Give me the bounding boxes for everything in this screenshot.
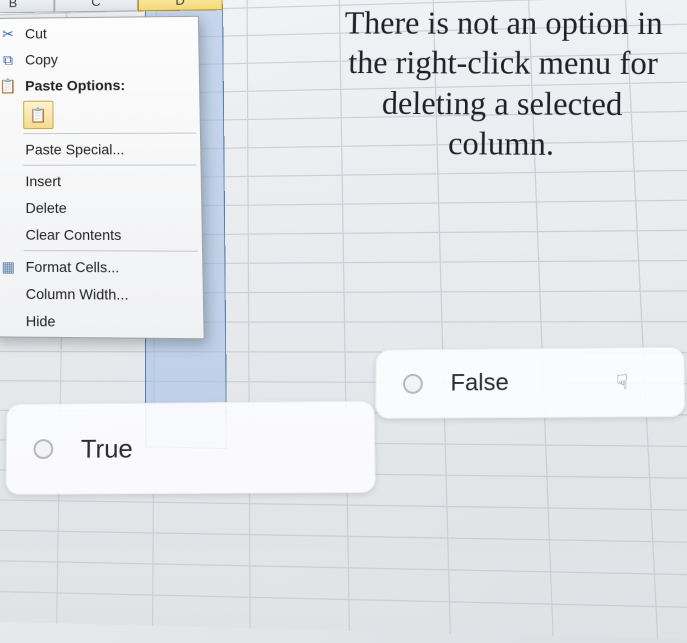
menu-hide[interactable]: Hide xyxy=(0,307,204,336)
menu-copy[interactable]: ⧉ Copy xyxy=(0,45,199,73)
blank-icon xyxy=(0,224,19,245)
answer-true-label: True xyxy=(81,433,133,464)
blank-icon xyxy=(0,139,19,159)
menu-cut-label: Cut xyxy=(25,25,47,41)
blank-icon xyxy=(0,283,20,304)
menu-column-width[interactable]: Column Width... xyxy=(0,280,203,309)
menu-separator xyxy=(23,133,196,135)
menu-copy-label: Copy xyxy=(25,51,58,67)
pointer-cursor-icon: ☟ xyxy=(616,370,628,395)
menu-hide-label: Hide xyxy=(26,313,56,330)
cut-icon: ✂ xyxy=(0,24,19,44)
menu-format-cells-label: Format Cells... xyxy=(26,258,120,275)
menu-clear-contents-label: Clear Contents xyxy=(26,226,122,243)
menu-cut[interactable]: ✂ Cut xyxy=(0,19,198,47)
paste-icon: 📋 xyxy=(0,76,19,96)
col-header-d[interactable]: D xyxy=(138,0,223,11)
radio-icon xyxy=(33,439,53,459)
question-text: There is not an option in the right-clic… xyxy=(334,4,671,166)
menu-clear-contents[interactable]: Clear Contents xyxy=(0,221,202,249)
menu-insert-label: Insert xyxy=(25,173,61,189)
menu-paste-special[interactable]: Paste Special... xyxy=(0,136,200,163)
copy-icon: ⧉ xyxy=(0,50,19,70)
answer-false-button[interactable]: False ☟ xyxy=(375,347,685,419)
menu-column-width-label: Column Width... xyxy=(26,285,129,302)
blank-icon xyxy=(0,310,20,331)
menu-paste-special-label: Paste Special... xyxy=(25,141,124,158)
answer-true-button[interactable]: True xyxy=(5,401,375,495)
paste-option-button[interactable]: 📋 xyxy=(23,101,53,129)
menu-format-cells[interactable]: ▦ Format Cells... xyxy=(0,253,203,281)
radio-icon xyxy=(403,374,423,394)
col-header-c[interactable]: C xyxy=(54,0,138,12)
menu-delete[interactable]: Delete xyxy=(0,194,202,221)
menu-paste-options: 📋 Paste Options: xyxy=(0,71,199,99)
blank-icon xyxy=(0,197,19,218)
format-cells-icon: ▦ xyxy=(0,256,20,277)
clipboard-icon: 📋 xyxy=(30,106,48,123)
menu-separator xyxy=(24,250,198,252)
answer-false-label: False xyxy=(450,369,508,397)
blank-icon xyxy=(0,171,19,191)
menu-insert[interactable]: Insert xyxy=(0,168,201,195)
menu-separator xyxy=(23,164,196,165)
menu-paste-options-label: Paste Options: xyxy=(25,77,125,94)
menu-delete-label: Delete xyxy=(25,200,66,217)
col-header-b[interactable]: B xyxy=(0,0,54,14)
context-menu: ✂ Cut ⧉ Copy 📋 Paste Options: 📋 Paste Sp… xyxy=(0,16,205,340)
